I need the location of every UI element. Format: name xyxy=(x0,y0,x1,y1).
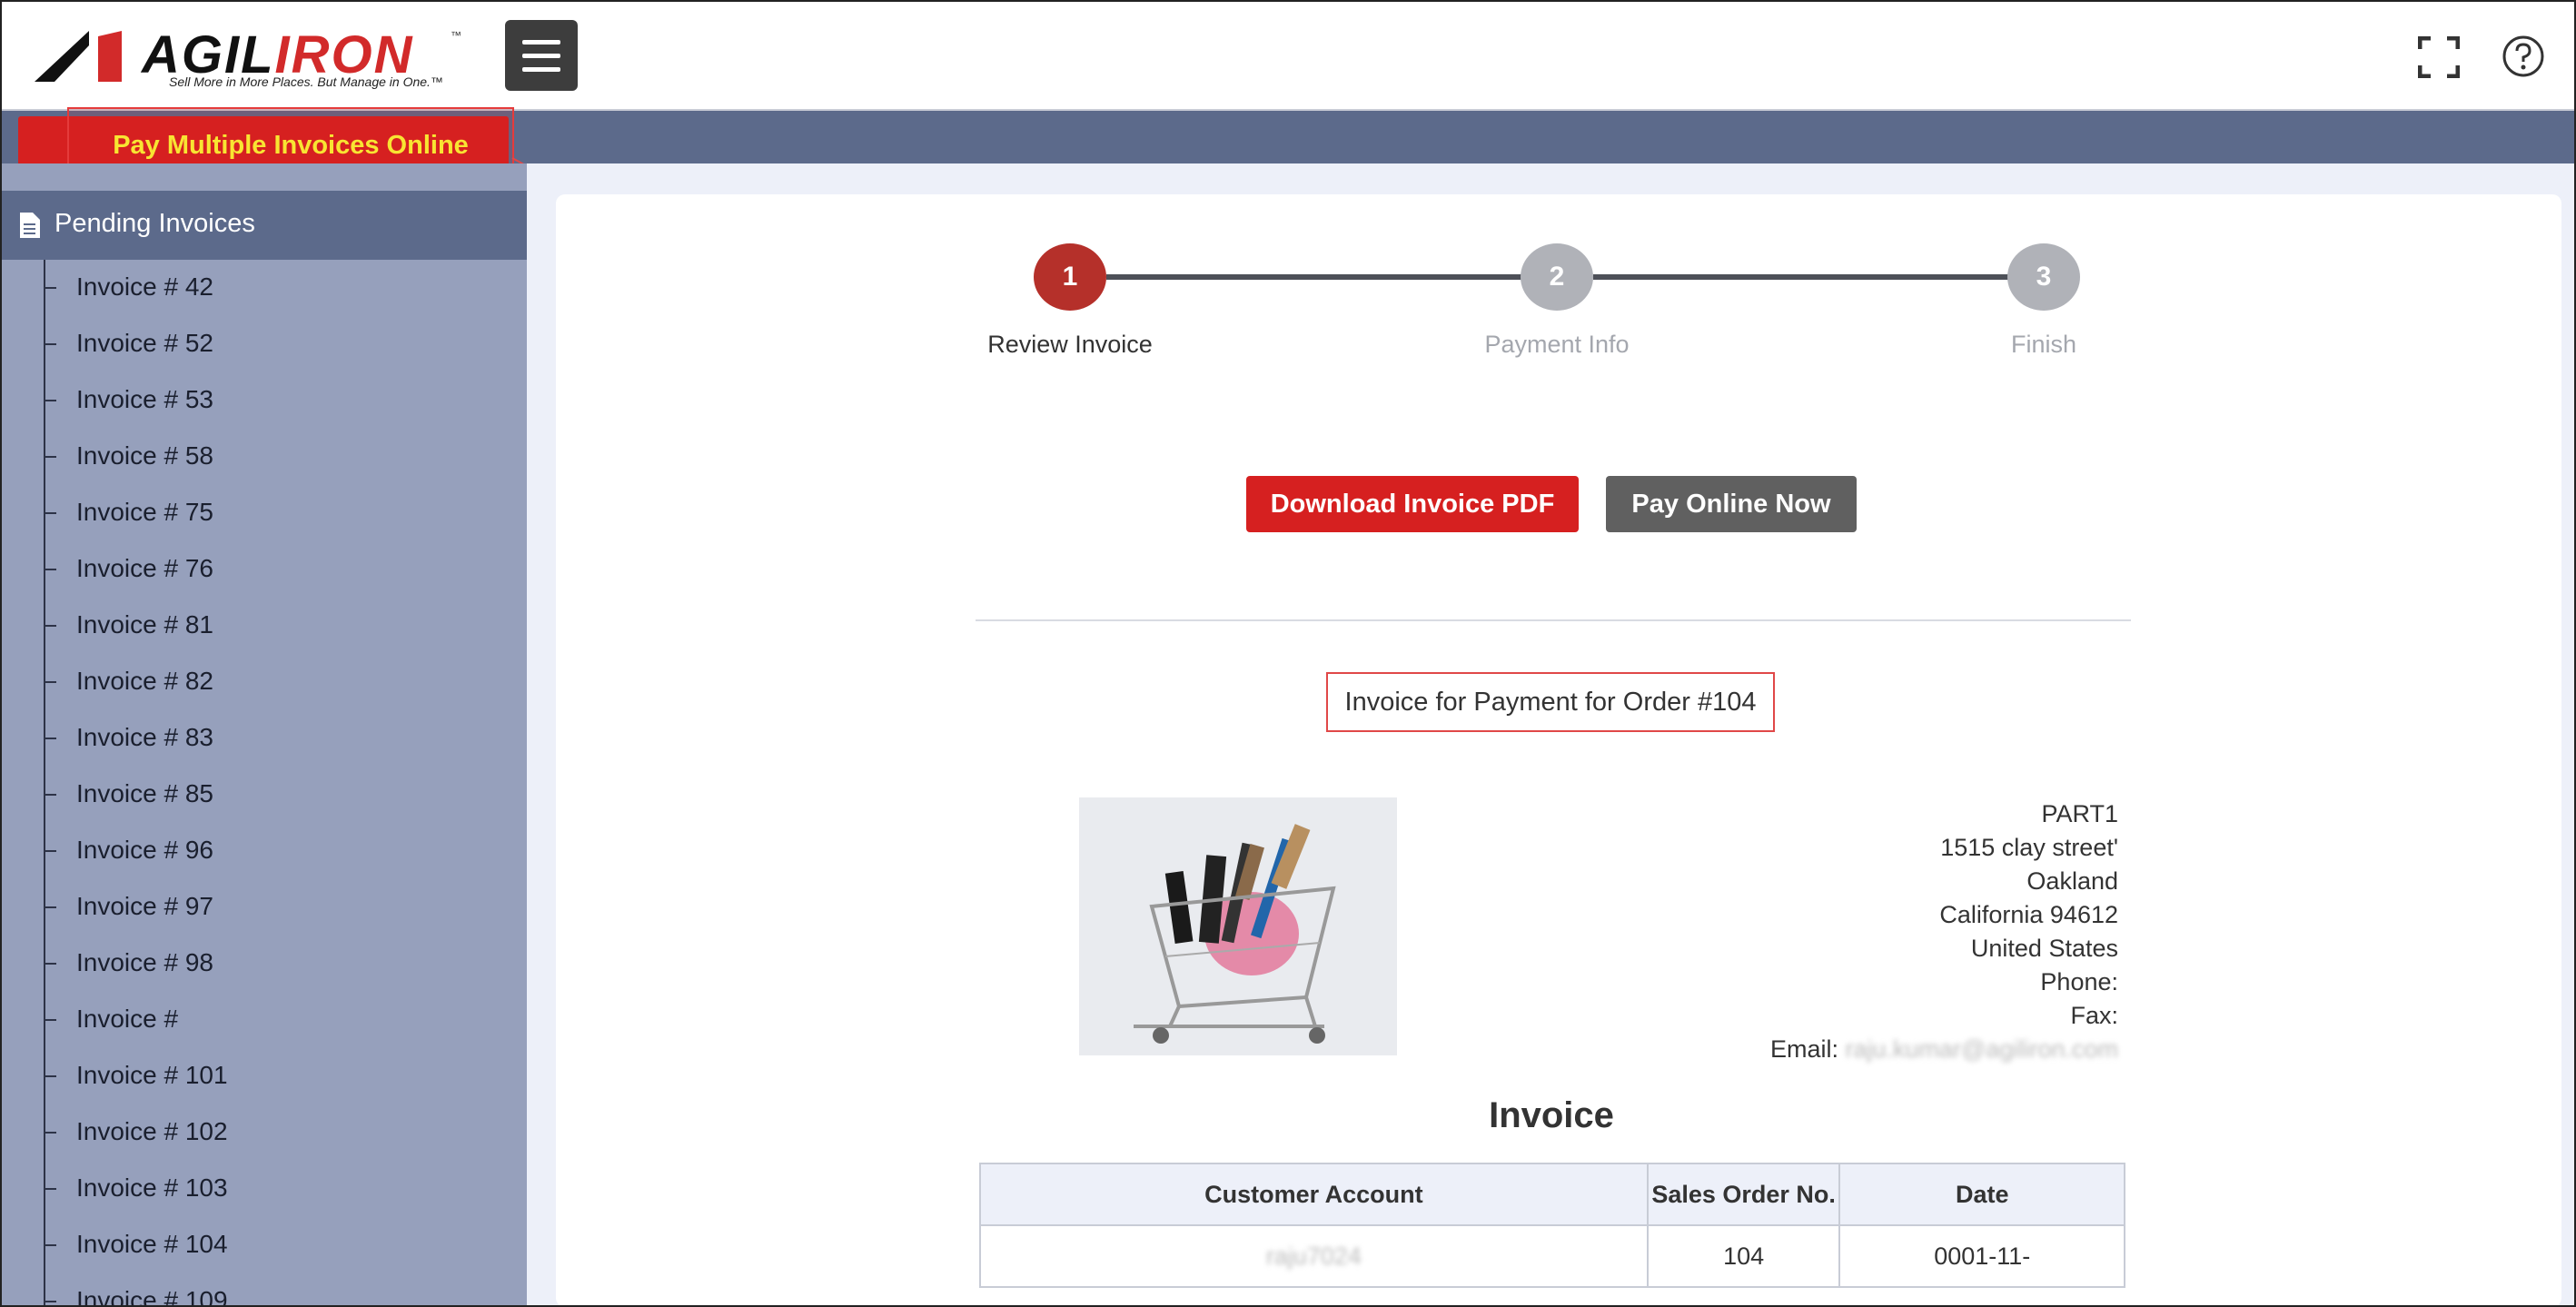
app-window: AGILIRON ™ Sell More in More Places. But… xyxy=(0,0,2576,1307)
company-fax: Fax: xyxy=(2070,1002,2118,1029)
order-title: Invoice for Payment for Order #104 xyxy=(1326,672,1775,732)
tree-tick xyxy=(44,625,56,627)
step-3-circle[interactable]: 3 xyxy=(2007,243,2080,311)
step-1-circle[interactable]: 1 xyxy=(1034,243,1106,311)
logo-tagline: Sell More in More Places. But Manage in … xyxy=(169,74,443,89)
tree-tick xyxy=(44,569,56,570)
tree-connector xyxy=(44,260,45,1305)
sidebar-invoice-label: Invoice # 109 xyxy=(76,1286,228,1307)
sidebar-invoice-label: Invoice # 85 xyxy=(76,779,213,807)
sidebar-invoice-label: Invoice # 83 xyxy=(76,723,213,751)
tree-tick xyxy=(44,456,56,458)
sidebar-invoice-label: Invoice # 42 xyxy=(76,272,213,301)
sidebar-invoice-label: Invoice # 52 xyxy=(76,329,213,357)
company-country: United States xyxy=(1970,935,2118,962)
invoice-card xyxy=(556,194,2561,1305)
company-city: Oakland xyxy=(2026,867,2118,895)
company-email: Email: raju.kumar@agiliron.com xyxy=(1769,1035,2118,1063)
tree-tick xyxy=(44,1075,56,1077)
company-address: PART1 1515 clay street' Oakland Californ… xyxy=(1770,797,2118,1066)
logo-mark-icon xyxy=(35,31,122,82)
sidebar-invoice-label: Invoice # 101 xyxy=(76,1061,228,1089)
tree-tick xyxy=(44,1301,56,1302)
tree-tick xyxy=(44,512,56,514)
step-2-label: Payment Info xyxy=(1484,331,1630,358)
sidebar-invoice-label: Invoice # 96 xyxy=(76,836,213,864)
app-header: AGILIRON ™ Sell More in More Places. But… xyxy=(2,2,2574,111)
tree-tick xyxy=(44,794,56,796)
step-connector xyxy=(1106,274,1524,280)
tree-tick xyxy=(44,738,56,739)
invoice-table: Customer Account Sales Order No. Date ra… xyxy=(979,1163,2125,1288)
column-header: Sales Order No. xyxy=(1646,1163,1841,1226)
tree-tick xyxy=(44,1188,56,1190)
invoice-heading: Invoice xyxy=(1489,1095,1614,1135)
product-image-shopping-cart xyxy=(1079,797,1397,1055)
table-header-row: Customer Account Sales Order No. Date xyxy=(979,1163,2125,1226)
sidebar-invoice-label: Invoice # 75 xyxy=(76,498,213,526)
agiliron-logo[interactable]: AGILIRON ™ Sell More in More Places. But… xyxy=(35,27,461,91)
sidebar-invoice-label: Invoice # 81 xyxy=(76,610,213,639)
column-header: Date xyxy=(1838,1163,2125,1226)
download-invoice-pdf-button[interactable]: Download Invoice PDF xyxy=(1246,476,1579,532)
tree-tick xyxy=(44,681,56,683)
step-1-label: Review Invoice xyxy=(987,331,1153,358)
sidebar-invoice-label: Invoice # 103 xyxy=(76,1173,228,1202)
company-email-value: raju.kumar@agiliron.com xyxy=(1845,1035,2118,1063)
company-phone: Phone: xyxy=(2040,968,2118,995)
sidebar-invoice-label: Invoice # 102 xyxy=(76,1117,228,1145)
tree-tick xyxy=(44,1244,56,1246)
tree-tick xyxy=(44,963,56,965)
sidebar-invoice-label: Invoice # xyxy=(76,1005,179,1033)
step-2-circle[interactable]: 2 xyxy=(1521,243,1593,311)
tree-tick xyxy=(44,906,56,908)
menu-icon xyxy=(522,40,560,45)
company-name: PART1 xyxy=(2041,800,2118,827)
fullscreen-icon[interactable] xyxy=(2418,36,2460,78)
sidebar-invoice-label: Invoice # 97 xyxy=(76,892,213,920)
help-icon[interactable] xyxy=(2502,35,2545,78)
company-state-zip: California 94612 xyxy=(1939,901,2118,928)
sidebar-invoice-label: Invoice # 82 xyxy=(76,667,213,695)
sidebar-invoice-label: Invoice # 98 xyxy=(76,948,213,976)
step-3-label: Finish xyxy=(2010,331,2077,358)
sidebar-title: Pending Invoices xyxy=(54,209,255,238)
column-header: Customer Account xyxy=(979,1163,1649,1226)
tree-tick xyxy=(44,850,56,852)
document-icon xyxy=(20,213,40,238)
pay-online-now-button[interactable]: Pay Online Now xyxy=(1606,476,1857,532)
divider xyxy=(976,619,2131,621)
logo-trademark: ™ xyxy=(451,29,461,42)
customer-account-cell: raju7024 xyxy=(979,1224,1649,1288)
date-cell: 0001-11- xyxy=(1838,1224,2125,1288)
sidebar-invoice-label: Invoice # 76 xyxy=(76,554,213,582)
sidebar-invoice-label: Invoice # 104 xyxy=(76,1230,228,1258)
tree-tick xyxy=(44,343,56,345)
tree-tick xyxy=(44,287,56,289)
table-row: raju7024 104 0001-11- xyxy=(979,1224,2125,1288)
tree-tick xyxy=(44,1132,56,1134)
tree-tick xyxy=(44,1019,56,1021)
sidebar-invoice-label: Invoice # 58 xyxy=(76,441,213,470)
sidebar-invoice-label: Invoice # 53 xyxy=(76,385,213,413)
tree-tick xyxy=(44,400,56,401)
sales-order-cell: 104 xyxy=(1646,1224,1841,1288)
hamburger-menu-button[interactable] xyxy=(505,20,578,91)
company-street: 1515 clay street' xyxy=(1940,834,2118,861)
step-connector xyxy=(1593,274,2011,280)
